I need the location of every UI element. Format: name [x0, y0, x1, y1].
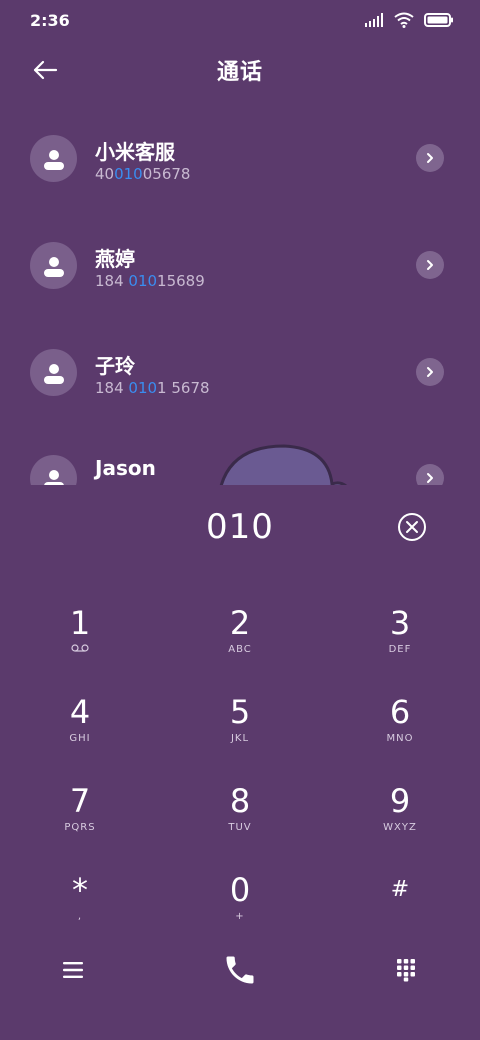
key-digit: 2: [229, 604, 251, 642]
status-bar: 2:36: [0, 0, 480, 40]
key-letters: MNO: [386, 733, 414, 744]
bottom-bar: [0, 940, 480, 1010]
key-5[interactable]: 5 JKL: [185, 689, 295, 769]
contact-number: 184 0101 5678: [95, 379, 210, 397]
status-icons: [364, 12, 454, 28]
key-letters: GHI: [69, 733, 91, 744]
chevron-right-icon: [427, 153, 433, 163]
key-letters: DEF: [388, 644, 412, 655]
contact-number: 184 01015689: [95, 272, 205, 290]
key-letters: +: [235, 911, 245, 922]
voicemail-icon: [71, 644, 89, 652]
avatar: [30, 242, 77, 289]
contact-detail-button[interactable]: [416, 251, 444, 279]
key-letters: PQRS: [64, 822, 96, 833]
key-digit: 6: [389, 693, 411, 731]
key-letters: TUV: [228, 822, 252, 833]
battery-icon: [424, 13, 453, 27]
key-8[interactable]: 8 TUV: [185, 778, 295, 858]
contact-item[interactable]: 小米客服 4001005678: [0, 104, 480, 204]
key-digit: 8: [229, 782, 251, 820]
key-letters: JKL: [230, 733, 250, 744]
key-digit: 3: [389, 604, 411, 642]
status-time: 2:36: [30, 10, 70, 30]
contact-detail-button[interactable]: [416, 464, 444, 485]
key-3[interactable]: 3 DEF: [345, 600, 455, 680]
contact-name: 小米客服: [95, 140, 175, 164]
clear-circle-x-icon: [398, 513, 426, 541]
page-title: 通话: [216, 60, 263, 85]
contact-item[interactable]: 子玲 184 0101 5678: [0, 318, 480, 418]
menu-icon: [63, 962, 83, 978]
key-hash[interactable]: #: [345, 867, 455, 947]
keypad-toggle-button[interactable]: [376, 940, 436, 1000]
chevron-right-icon: [427, 367, 433, 377]
mascot-illustration: [219, 444, 348, 485]
contact-detail-button[interactable]: [416, 358, 444, 386]
key-letters: ,: [77, 911, 83, 922]
key-digit: 7: [69, 782, 91, 820]
key-digit: 0: [229, 871, 251, 909]
key-letters: ABC: [228, 644, 252, 655]
person-icon: [43, 469, 64, 485]
key-6[interactable]: 6 MNO: [345, 689, 455, 769]
header: 通话: [0, 40, 480, 100]
contact-name: 燕婷: [95, 247, 135, 271]
person-icon: [43, 256, 64, 277]
key-2[interactable]: 2 ABC: [185, 600, 295, 680]
key-0[interactable]: 0 +: [185, 867, 295, 947]
key-9[interactable]: 9 WXYZ: [345, 778, 455, 858]
wifi-icon: [394, 12, 414, 28]
call-button[interactable]: [210, 940, 270, 1000]
key-4[interactable]: 4 GHI: [25, 689, 135, 769]
key-digit: 9: [389, 782, 411, 820]
key-digit: 4: [69, 693, 91, 731]
contact-item[interactable]: 燕婷 184 01015689: [0, 211, 480, 311]
signal-icon: [365, 13, 383, 27]
keypad-icon: [397, 959, 415, 982]
contact-detail-button[interactable]: [416, 144, 444, 172]
avatar: [30, 455, 77, 485]
clear-button[interactable]: [396, 511, 428, 543]
dialpad-area: 010 1 2 ABC 3 DEF 4 GHI 5 JKL 6 MNO 7 PQ…: [0, 485, 480, 1040]
menu-button[interactable]: [43, 940, 103, 1000]
key-letters: WXYZ: [383, 822, 417, 833]
person-icon: [43, 149, 64, 170]
key-digit: #: [390, 877, 410, 902]
key-star[interactable]: * ,: [25, 867, 135, 947]
phone-icon: [226, 956, 254, 984]
avatar: [30, 349, 77, 396]
chevron-right-icon: [427, 260, 433, 270]
key-1[interactable]: 1: [25, 600, 135, 680]
person-icon: [43, 363, 64, 384]
chevron-right-icon: [427, 473, 433, 483]
key-digit: *: [72, 871, 88, 909]
key-digit: 1: [69, 604, 91, 642]
key-digit: 5: [229, 693, 251, 731]
avatar: [30, 135, 77, 182]
key-7[interactable]: 7 PQRS: [25, 778, 135, 858]
contact-list: 小米客服 4001005678 燕婷 184 01015689 子玲 184 0…: [0, 104, 480, 485]
contact-name: Jason: [95, 456, 156, 480]
contact-name: 子玲: [95, 354, 135, 378]
contact-number: 4001005678: [95, 165, 191, 183]
